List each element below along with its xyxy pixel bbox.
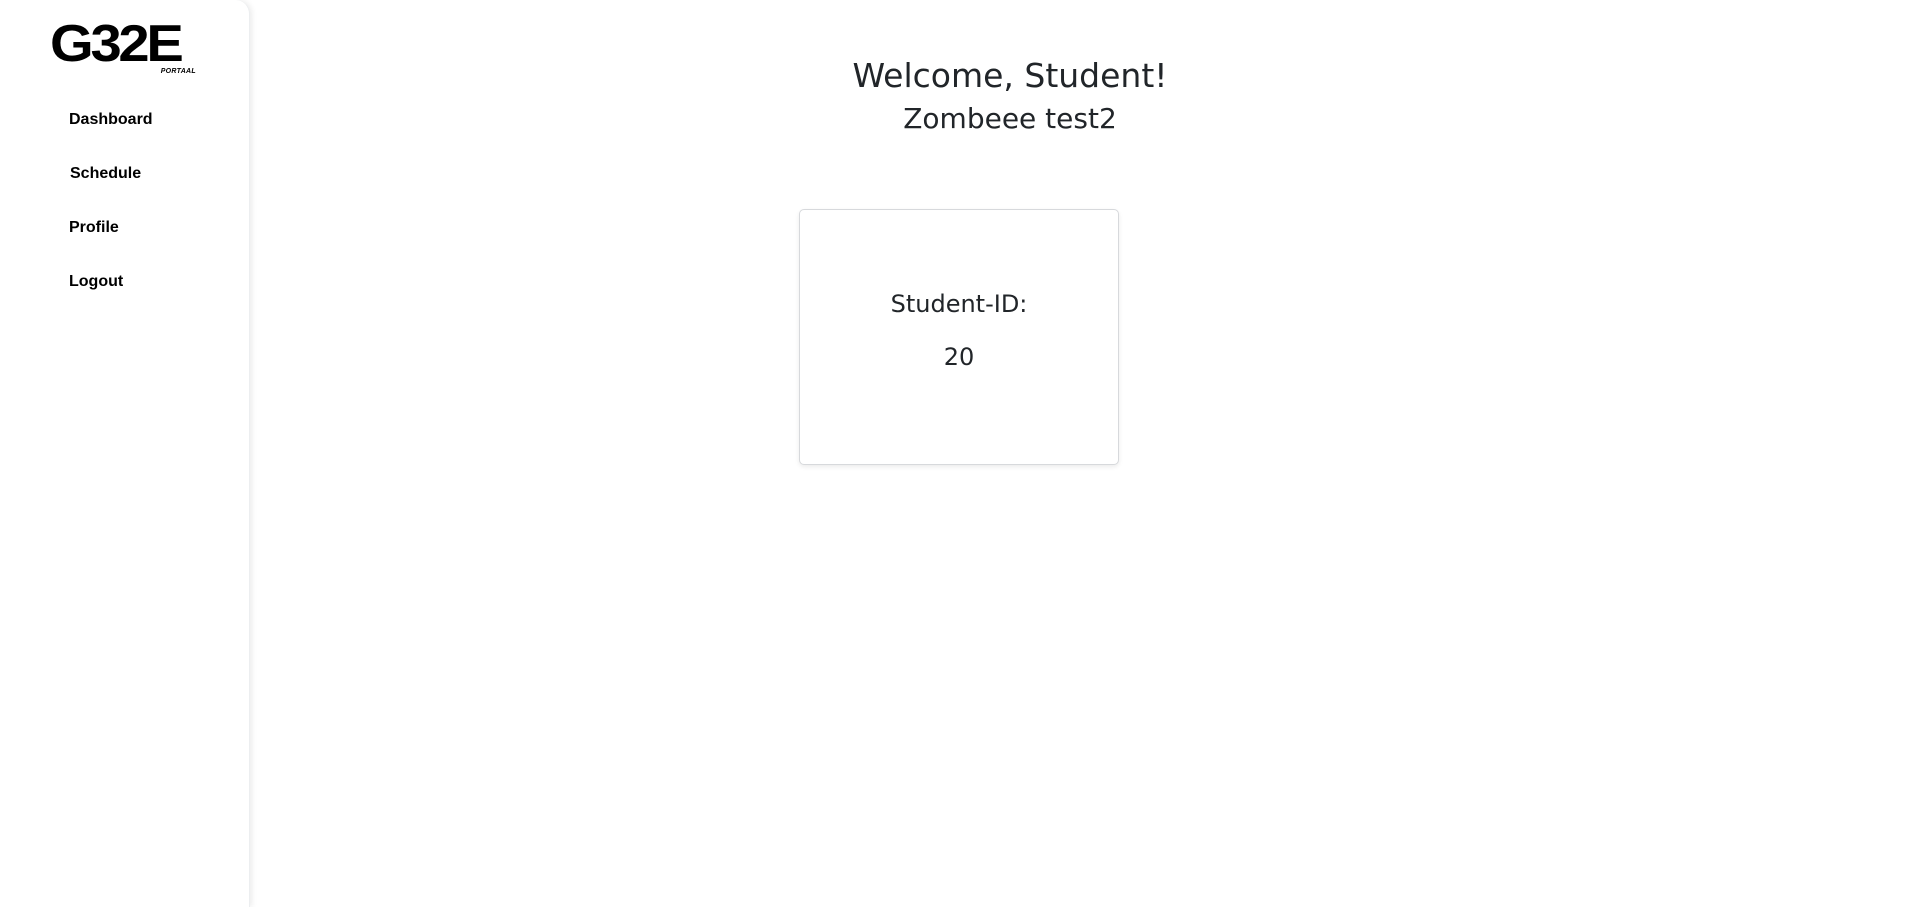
student-id-label: Student-ID: xyxy=(890,290,1028,318)
student-id-card: Student-ID: 20 xyxy=(799,209,1119,465)
logo-subtext: PORTAAL xyxy=(160,68,196,75)
user-name: Zombeee test2 xyxy=(903,102,1117,135)
student-id-value: 20 xyxy=(943,343,975,371)
sidebar-item-logout[interactable]: Logout xyxy=(69,270,153,324)
sidebar-item-dashboard[interactable]: Dashboard xyxy=(69,108,153,162)
sidebar-item-profile[interactable]: Profile xyxy=(69,216,153,270)
sidebar-item-schedule[interactable]: Schedule xyxy=(69,162,153,216)
app-root: G32E PORTAAL Dashboard Schedule Profile … xyxy=(0,0,1915,907)
page-title: Welcome, Student! xyxy=(852,56,1168,95)
main-content: Welcome, Student! Zombeee test2 Student-… xyxy=(250,0,1915,907)
logo-text: G32E xyxy=(50,15,184,73)
sidebar-nav: Dashboard Schedule Profile Logout xyxy=(69,108,153,324)
sidebar: G32E PORTAAL Dashboard Schedule Profile … xyxy=(0,0,250,907)
logo[interactable]: G32E PORTAAL xyxy=(50,18,200,78)
